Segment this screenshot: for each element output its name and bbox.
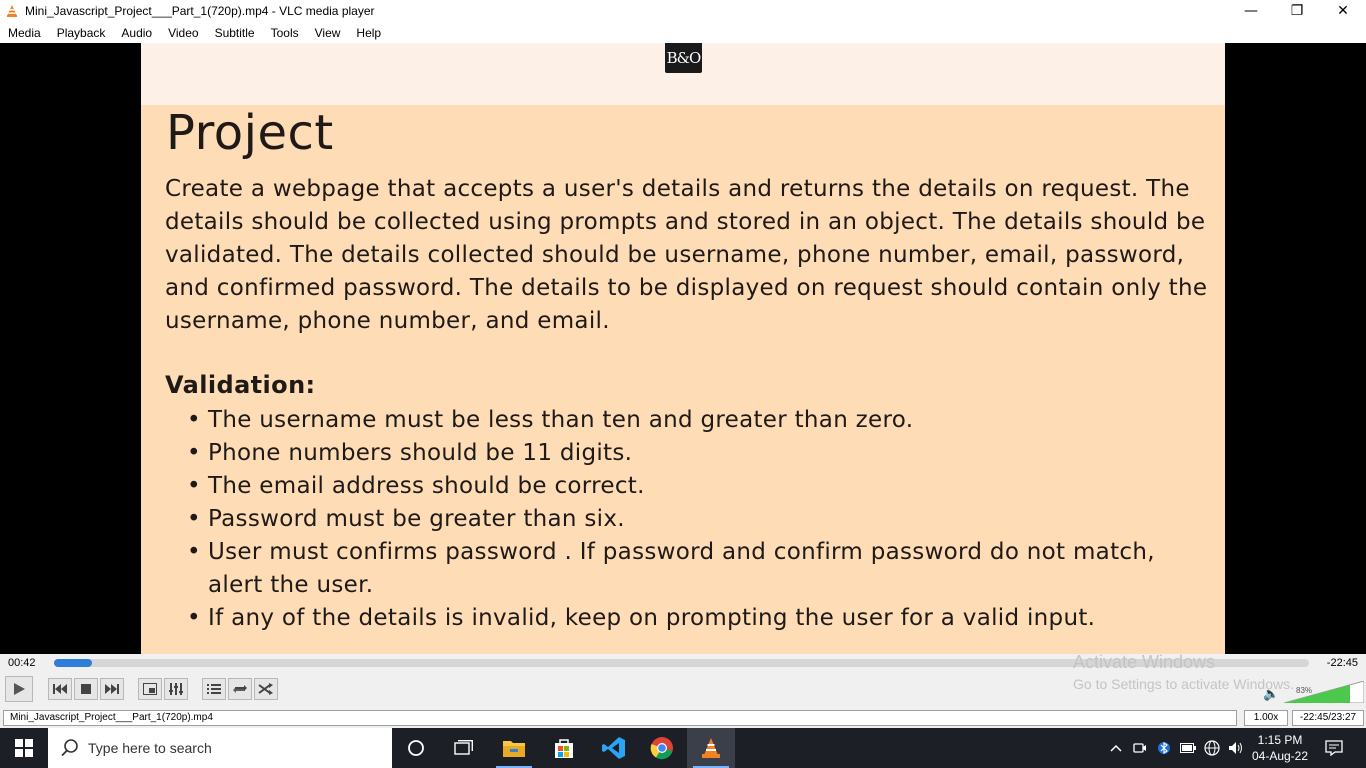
taskbar-search[interactable]: Type here to search — [48, 728, 392, 768]
video-area[interactable]: B&O Project Create a webpage that accept… — [0, 43, 1366, 654]
volume-slider[interactable]: 83% — [1284, 681, 1364, 703]
shuffle-icon — [258, 683, 273, 695]
list-item: User must confirms password . If passwor… — [165, 536, 1215, 602]
chrome-button[interactable] — [638, 728, 686, 768]
meet-now-button[interactable] — [1130, 728, 1150, 768]
loop-button[interactable] — [228, 678, 252, 700]
notification-icon — [1325, 740, 1343, 756]
stop-button[interactable] — [74, 678, 98, 700]
globe-icon — [1204, 740, 1220, 756]
stop-icon — [81, 684, 91, 694]
activation-watermark-subtitle: Go to Settings to activate Windows. — [1073, 676, 1294, 692]
remaining-time[interactable]: -22:45 — [1327, 657, 1358, 669]
file-explorer-button[interactable] — [490, 728, 538, 768]
fullscreen-button[interactable] — [138, 678, 162, 700]
chevron-up-icon — [1110, 744, 1122, 752]
microsoft-store-button[interactable] — [540, 728, 588, 768]
loop-icon — [233, 685, 247, 693]
next-button[interactable] — [100, 678, 124, 700]
vlc-cone-icon — [702, 738, 720, 758]
minimize-button[interactable]: — — [1228, 0, 1274, 22]
notifications-button[interactable] — [1320, 728, 1348, 768]
restore-button[interactable]: ❐ — [1274, 0, 1320, 22]
list-item: The username must be less than ten and g… — [165, 404, 1215, 437]
list-item: Phone numbers should be 11 digits. — [165, 437, 1215, 470]
status-bar: Mini_Javascript_Project___Part_1(720p).m… — [0, 708, 1366, 728]
battery-icon — [1180, 743, 1196, 753]
playback-speed[interactable]: 1.00x — [1244, 710, 1288, 726]
volume-tray-button[interactable] — [1226, 728, 1246, 768]
camera-icon — [1133, 743, 1146, 753]
extended-settings-button[interactable] — [164, 678, 188, 700]
bluetooth-icon — [1158, 741, 1170, 755]
search-placeholder: Type here to search — [88, 740, 212, 756]
skip-forward-icon — [105, 684, 119, 694]
menu-audio[interactable]: Audio — [113, 26, 160, 40]
window-title: Mini_Javascript_Project___Part_1(720p).m… — [25, 4, 375, 18]
cortana-icon — [408, 740, 424, 756]
windows-icon — [15, 739, 33, 757]
chrome-icon — [650, 737, 673, 760]
elapsed-time: 00:42 — [8, 657, 36, 669]
menu-help[interactable]: Help — [348, 26, 389, 40]
slide-heading: Project — [166, 105, 334, 161]
menu-playback[interactable]: Playback — [49, 26, 114, 40]
playlist-button[interactable] — [202, 678, 226, 700]
list-item: Password must be greater than six. — [165, 503, 1215, 536]
menu-bar: Media Playback Audio Video Subtitle Tool… — [0, 22, 1366, 43]
menu-video[interactable]: Video — [160, 26, 206, 40]
task-view-button[interactable] — [440, 728, 488, 768]
menu-view[interactable]: View — [307, 26, 349, 40]
menu-media[interactable]: Media — [0, 26, 49, 40]
title-bar: Mini_Javascript_Project___Part_1(720p).m… — [0, 0, 1366, 22]
task-view-icon — [454, 740, 473, 755]
player-controls: 00:42 -22:45 Activate Windows Go to Sett… — [0, 652, 1366, 708]
validation-list: The username must be less than ten and g… — [165, 404, 1215, 635]
status-filename: Mini_Javascript_Project___Part_1(720p).m… — [3, 710, 1237, 726]
fullscreen-icon — [143, 683, 157, 695]
close-button[interactable]: ✕ — [1320, 0, 1366, 22]
store-icon — [555, 739, 573, 758]
brand-logo: B&O — [665, 43, 702, 73]
menu-tools[interactable]: Tools — [263, 26, 307, 40]
vlc-taskbar-button[interactable] — [687, 728, 735, 768]
vscode-icon — [602, 737, 625, 759]
status-time: -22:45/23:27 — [1292, 710, 1364, 726]
play-button[interactable] — [5, 676, 33, 702]
clock-time: 1:15 PM — [1257, 733, 1303, 747]
seek-bar-fill — [54, 659, 92, 667]
video-frame: B&O Project Create a webpage that accept… — [141, 43, 1225, 654]
playlist-icon — [207, 684, 221, 694]
cortana-button[interactable] — [392, 728, 440, 768]
vscode-button[interactable] — [590, 728, 638, 768]
taskbar-clock[interactable]: 1:15 PM 04-Aug-22 — [1248, 732, 1312, 764]
play-icon — [14, 683, 25, 695]
vlc-icon — [7, 5, 17, 17]
skip-back-icon — [53, 684, 67, 694]
shuffle-button[interactable] — [254, 678, 278, 700]
clock-date: 04-Aug-22 — [1251, 749, 1309, 763]
slide-paragraph: Create a webpage that accepts a user's d… — [165, 176, 1208, 334]
validation-heading: Validation: — [165, 371, 316, 399]
activation-watermark-title: Activate Windows — [1073, 652, 1216, 672]
list-item: If any of the details is invalid, keep o… — [165, 602, 1215, 635]
tray-overflow-button[interactable] — [1106, 728, 1126, 768]
menu-subtitle[interactable]: Subtitle — [207, 26, 263, 40]
start-button[interactable] — [0, 728, 48, 768]
equalizer-icon — [169, 683, 183, 695]
previous-button[interactable] — [48, 678, 72, 700]
speaker-tray-icon — [1229, 742, 1242, 754]
speaker-icon[interactable]: 🔈 — [1263, 687, 1279, 702]
folder-icon — [503, 741, 525, 757]
search-icon — [61, 739, 78, 757]
list-item: The email address should be correct. — [165, 470, 1215, 503]
network-button[interactable] — [1202, 728, 1222, 768]
battery-button[interactable] — [1178, 728, 1198, 768]
volume-label: 83% — [1296, 686, 1312, 695]
taskbar: Type here to search 1:15 PM 04-Aug-22 — [0, 728, 1366, 768]
bluetooth-button[interactable] — [1154, 728, 1174, 768]
